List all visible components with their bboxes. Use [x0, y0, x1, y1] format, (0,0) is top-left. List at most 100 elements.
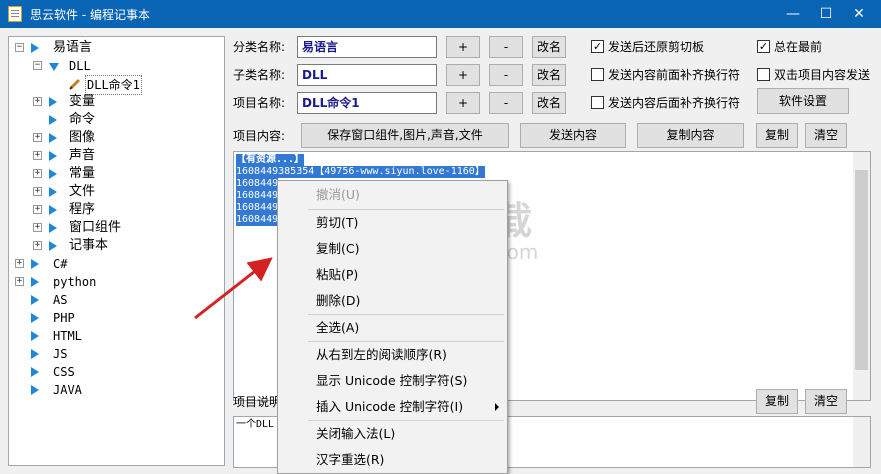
- item-rename-button[interactable]: 改名: [532, 92, 566, 114]
- item-label: 项目名称:: [233, 96, 286, 110]
- expand-icon[interactable]: +: [15, 277, 24, 286]
- expand-icon[interactable]: +: [33, 205, 42, 214]
- category-rename-button[interactable]: 改名: [532, 36, 566, 58]
- category-label: 分类名称:: [233, 40, 286, 54]
- category-add-button[interactable]: +: [446, 36, 480, 58]
- triangle-icon: [49, 187, 57, 197]
- triangle-icon: [31, 367, 39, 377]
- tree-item-dll[interactable]: − DLL: [13, 57, 213, 75]
- expand-icon[interactable]: +: [15, 259, 24, 268]
- tree-item-label: DLL: [69, 59, 91, 73]
- tree-item-notepad[interactable]: + 记事本: [13, 237, 213, 255]
- tree-item-java[interactable]: JAVA: [13, 381, 213, 399]
- copy-button[interactable]: 复制: [756, 123, 798, 148]
- tree-item-commands[interactable]: 命令: [13, 111, 213, 129]
- item-remove-button[interactable]: -: [489, 92, 523, 114]
- collapse-icon[interactable]: −: [33, 61, 42, 70]
- menu-item-delete[interactable]: 删除(D): [280, 289, 505, 313]
- scrollbar-thumb[interactable]: [855, 170, 868, 370]
- clear-button[interactable]: 清空: [805, 123, 847, 148]
- content-scrollbar[interactable]: [853, 152, 870, 400]
- copy-content-button[interactable]: 复制内容: [637, 123, 744, 148]
- tree-item-csharp[interactable]: + C#: [13, 255, 213, 273]
- pencil-icon: [69, 78, 81, 90]
- checkbox-unchecked-icon: [591, 96, 604, 109]
- menu-item-cut[interactable]: 剪切(T): [280, 211, 505, 235]
- menu-item-undo[interactable]: 撤消(U): [280, 183, 505, 207]
- tree-item-window-components[interactable]: + 窗口组件: [13, 219, 213, 237]
- checkbox-unchecked-icon: [591, 68, 604, 81]
- save-window-components-button[interactable]: 保存窗口组件,图片,声音,文件: [301, 123, 509, 148]
- menu-item-show-unicode[interactable]: 显示 Unicode 控制字符(S): [280, 369, 505, 393]
- content-line: 1608449385354【49756-www.siyun.love-1160】: [236, 166, 485, 178]
- menu-item-insert-unicode[interactable]: 插入 Unicode 控制字符(I): [280, 395, 505, 419]
- menu-separator: [308, 314, 504, 315]
- tree-item-html[interactable]: HTML: [13, 327, 213, 345]
- tree-item-label: 窗口组件: [69, 220, 122, 235]
- tree-item-css[interactable]: CSS: [13, 363, 213, 381]
- category-field[interactable]: 易语言: [297, 36, 437, 58]
- tree-item-as[interactable]: AS: [13, 291, 213, 309]
- item-name-field[interactable]: DLL命令1: [297, 92, 437, 114]
- category-tree[interactable]: − 易语言 − DLL DLL命令1 + 变量 命令 + 图像 + 声音 + 常…: [8, 36, 225, 466]
- triangle-icon: [31, 295, 39, 305]
- tree-item-sounds[interactable]: + 声音: [13, 147, 213, 165]
- tree-item-variables[interactable]: + 变量: [13, 93, 213, 111]
- subcategory-label: 子类名称:: [233, 68, 286, 82]
- menu-item-close-ime[interactable]: 关闭输入法(L): [280, 422, 505, 446]
- checkbox-label: 发送内容后面补齐换行符: [608, 96, 741, 110]
- subcategory-field[interactable]: DLL: [297, 64, 437, 86]
- content-line: 1608449: [236, 178, 279, 190]
- expand-icon[interactable]: +: [33, 133, 42, 142]
- tree-item-constants[interactable]: + 常量: [13, 165, 213, 183]
- subcategory-add-button[interactable]: +: [446, 64, 480, 86]
- tree-item-images[interactable]: + 图像: [13, 129, 213, 147]
- expand-icon[interactable]: +: [33, 187, 42, 196]
- menu-item-copy[interactable]: 复制(C): [280, 237, 505, 261]
- tree-item-label: PHP: [53, 311, 75, 325]
- menu-separator: [308, 209, 504, 210]
- notepad-icon: [8, 6, 22, 22]
- menu-item-rtl-reading[interactable]: 从右到左的阅读顺序(R): [280, 343, 505, 367]
- triangle-icon: [49, 133, 57, 143]
- menu-item-paste[interactable]: 粘贴(P): [280, 263, 505, 287]
- context-menu[interactable]: 撤消(U) 剪切(T) 复制(C) 粘贴(P) 删除(D) 全选(A) 从右到左…: [277, 180, 508, 474]
- submenu-arrow-icon: [495, 403, 499, 411]
- settings-button[interactable]: 软件设置: [757, 88, 849, 114]
- subcategory-remove-button[interactable]: -: [489, 64, 523, 86]
- triangle-icon: [31, 277, 39, 287]
- tree-item-python[interactable]: + python: [13, 273, 213, 291]
- description-scrollbar[interactable]: [853, 417, 870, 467]
- checkbox-checked-icon: ✓: [757, 40, 770, 53]
- subcategory-rename-button[interactable]: 改名: [532, 64, 566, 86]
- tree-item-label: 声音: [69, 148, 96, 163]
- tree-item-yiyuyan[interactable]: − 易语言: [13, 39, 213, 57]
- close-button[interactable]: ✕: [837, 0, 881, 28]
- tree-item-php[interactable]: PHP: [13, 309, 213, 327]
- description-copy-button[interactable]: 复制: [756, 389, 798, 414]
- expand-icon[interactable]: +: [33, 169, 42, 178]
- item-add-button[interactable]: +: [446, 92, 480, 114]
- tree-item-js[interactable]: JS: [13, 345, 213, 363]
- category-remove-button[interactable]: -: [489, 36, 523, 58]
- expand-icon[interactable]: +: [33, 241, 42, 250]
- checkbox-unchecked-icon: [757, 68, 770, 81]
- tree-item-files[interactable]: + 文件: [13, 183, 213, 201]
- tree-item-label: 文件: [69, 184, 96, 199]
- menu-item-reconvert[interactable]: 汉字重选(R): [280, 448, 505, 472]
- tree-item-label: CSS: [53, 365, 75, 379]
- expand-icon[interactable]: +: [33, 97, 42, 106]
- description-label: 项目说明: [233, 395, 282, 409]
- send-content-button[interactable]: 发送内容: [520, 123, 626, 148]
- triangle-icon: [49, 205, 57, 215]
- menu-item-select-all[interactable]: 全选(A): [280, 316, 505, 340]
- collapse-icon[interactable]: −: [15, 43, 24, 52]
- tree-item-dll-command-1[interactable]: DLL命令1: [13, 75, 213, 95]
- description-clear-button[interactable]: 清空: [805, 389, 847, 414]
- expand-icon[interactable]: +: [33, 223, 42, 232]
- menu-separator: [308, 420, 504, 421]
- expand-icon[interactable]: +: [33, 151, 42, 160]
- triangle-icon: [31, 313, 39, 323]
- triangle-icon: [31, 43, 39, 53]
- tree-item-programs[interactable]: + 程序: [13, 201, 213, 219]
